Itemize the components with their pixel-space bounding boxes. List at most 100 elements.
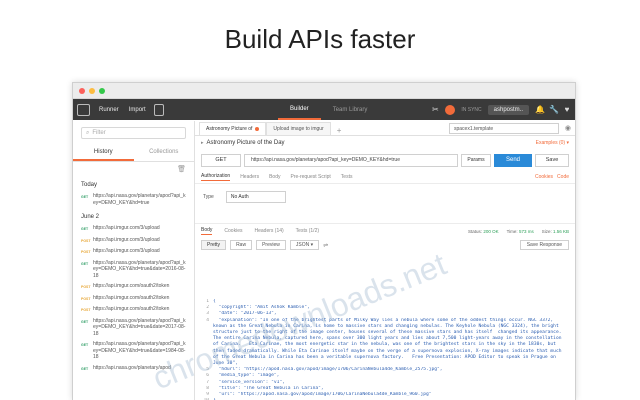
subtab-links: Cookies Code — [535, 174, 569, 180]
history-item[interactable]: POST https://api.imgur.com/3/upload — [73, 235, 194, 247]
cookies-link[interactable]: Cookies — [535, 174, 553, 180]
tab-response-headers[interactable]: Headers (14) — [254, 228, 283, 234]
history-item[interactable]: POST https://api.imgur.com/oauth2/token — [73, 293, 194, 305]
save-button[interactable]: Save — [535, 153, 569, 167]
code-link[interactable]: Code — [557, 174, 569, 180]
send-button[interactable]: Send — [494, 153, 532, 167]
pretty-view-button[interactable]: Pretty — [201, 240, 227, 250]
response-stats: Status: 200 OK Time: 573 ms Size: 1.56 K… — [468, 229, 569, 234]
request-title: Astronomy Picture of the Day — [206, 140, 285, 146]
history-item[interactable]: GET https://api.nasa.gov/planetary/apod?a… — [73, 339, 194, 363]
request-tab[interactable]: Upload image to imgur — [266, 122, 331, 135]
history-item[interactable]: GET https://api.nasa.gov/planetary/apod — [73, 363, 194, 375]
history-item-method: POST — [81, 250, 91, 254]
unsaved-dot-icon — [255, 127, 260, 131]
tab-team-library[interactable]: Team Library — [321, 99, 380, 120]
page-headline: Build APIs faster — [224, 24, 416, 54]
history-item[interactable]: GET https://api.imgur.com/3/upload — [73, 223, 194, 235]
tab-tests[interactable]: Tests — [341, 174, 353, 180]
examples-link[interactable]: Examples (0) ▾ — [536, 140, 569, 146]
history-item-method: POST — [81, 285, 91, 289]
expand-icon[interactable]: ▸ — [201, 140, 204, 146]
history-item[interactable]: GET https://api.nasa.gov/planetary/apod?a… — [73, 258, 194, 282]
response-tabs: Body Cookies Headers (14) Tests (1/2) St… — [195, 224, 575, 238]
user-menu[interactable]: ashpostm.. — [487, 104, 529, 115]
params-button[interactable]: Params — [461, 153, 491, 167]
heart-icon[interactable]: ♥ — [563, 105, 571, 114]
format-select[interactable]: JSON ▾ — [289, 240, 320, 250]
tab-headers[interactable]: Headers — [240, 174, 259, 180]
history-item-method: GET — [81, 319, 89, 324]
app-window: Runner Import Builder Team Library ✂ IN … — [72, 82, 576, 400]
top-toolbar: Runner Import Builder Team Library ✂ IN … — [73, 99, 575, 120]
history-item[interactable]: GET https://api.nasa.gov/planetary/apod?a… — [73, 316, 194, 340]
filter-input[interactable]: ⌕ Filter — [81, 127, 186, 139]
sidebar-toggle-icon[interactable] — [77, 103, 90, 116]
response-body: 1{2 "copyright": "Amit Ashok Kamble", 3 "… — [201, 299, 569, 400]
tab-builder[interactable]: Builder — [278, 99, 321, 120]
response-view-toolbar: Pretty Raw Preview JSON ▾ ⇌ Save Respons… — [195, 238, 575, 252]
history-item[interactable]: GET https://api.nasa.gov/planetary/apod?a… — [73, 191, 194, 208]
runner-button[interactable]: Runner — [94, 103, 124, 116]
title-bar — [73, 83, 575, 99]
tab-body[interactable]: Body — [269, 174, 280, 180]
preview-view-button[interactable]: Preview — [256, 240, 286, 250]
history-item-url: https://api.imgur.com/3/upload — [93, 236, 160, 243]
history-item-method: GET — [81, 366, 89, 371]
save-response-button[interactable]: Save Response — [519, 240, 569, 250]
tab-history[interactable]: History — [73, 145, 134, 161]
environment-select[interactable]: spacex1.template — [449, 123, 559, 134]
url-input[interactable]: https://api.nasa.gov/planetary/apod?api_… — [244, 153, 458, 167]
tab-response-body[interactable]: Body — [201, 227, 213, 235]
history-item-method: GET — [81, 261, 89, 266]
request-tab-label: Astronomy Picture of — [206, 126, 253, 132]
new-window-icon[interactable] — [153, 103, 164, 116]
maximize-window-button[interactable] — [99, 87, 105, 94]
history-item-url: https://api.imgur.com/oauth2/token — [93, 283, 170, 289]
tab-pre-request-script[interactable]: Pre-request Script — [291, 174, 331, 180]
time-stat: Time: 573 ms — [506, 228, 534, 234]
tab-authorization[interactable]: Authorization — [201, 173, 231, 181]
history-item-url: https://api.nasa.gov/planetary/apod — [93, 364, 171, 371]
sidebar-tabs: History Collections — [73, 145, 194, 162]
notifications-icon[interactable]: 🔔 — [535, 105, 545, 114]
history-item[interactable]: POST https://api.imgur.com/3/upload — [73, 246, 194, 258]
line-number: 4 — [206, 317, 209, 323]
history-item-method: GET — [81, 195, 89, 199]
history-item-method: POST — [81, 238, 91, 243]
line-text: "explanation": "In one of the brightest … — [213, 317, 565, 367]
import-button[interactable]: Import — [124, 103, 151, 116]
add-tab-button[interactable]: + — [331, 126, 348, 135]
eye-icon[interactable]: ◉ — [565, 124, 571, 132]
history-item-url: https://api.imgur.com/oauth2/token — [93, 306, 170, 312]
minimize-window-button[interactable] — [89, 87, 95, 94]
history-item-url: https://api.nasa.gov/planetary/apod?api_… — [93, 317, 186, 337]
history-item-method: POST — [81, 308, 91, 312]
history-item-url: https://api.nasa.gov/planetary/apod?api_… — [93, 341, 186, 360]
request-tab[interactable]: Astronomy Picture of — [199, 122, 267, 135]
workspace-tabs: Builder Team Library — [278, 99, 379, 120]
type-label: Type — [203, 194, 214, 200]
line-text: "url": "https://apod.nasa.gov/apod/image… — [213, 392, 432, 398]
history-item[interactable]: POST https://api.imgur.com/oauth2/token — [73, 281, 194, 293]
settings-icon[interactable]: 🔧 — [549, 105, 559, 114]
code-line: 4 "explanation": "In one of the brightes… — [201, 318, 569, 368]
method-select[interactable]: GET — [201, 153, 241, 167]
request-subtabs: Authorization Headers Body Pre-request S… — [195, 170, 575, 184]
tab-response-tests[interactable]: Tests (1/2) — [296, 228, 319, 234]
close-window-button[interactable] — [79, 87, 85, 94]
interceptor-icon[interactable]: ✂ — [431, 105, 439, 114]
request-tab-label: Upload image to imgur — [273, 126, 324, 132]
sync-label: IN SYNC — [461, 106, 482, 113]
sidebar: ⌕ Filter History Collections 🗑 Today GET h… — [73, 121, 195, 400]
tab-response-cookies[interactable]: Cookies — [224, 228, 242, 234]
tab-collections[interactable]: Collections — [134, 145, 195, 161]
sync-status-icon[interactable] — [445, 104, 456, 115]
history-item[interactable]: POST https://api.imgur.com/oauth2/token — [73, 304, 194, 316]
wrap-icon[interactable]: ⇌ — [323, 242, 328, 249]
auth-type-select[interactable]: No Auth — [225, 191, 286, 203]
request-tabs: Astronomy Picture of Upload image to img… — [195, 121, 575, 136]
trash-icon[interactable]: 🗑 — [73, 162, 194, 176]
raw-view-button[interactable]: Raw — [230, 240, 253, 250]
size-stat: Size: 1.56 KB — [541, 228, 569, 234]
